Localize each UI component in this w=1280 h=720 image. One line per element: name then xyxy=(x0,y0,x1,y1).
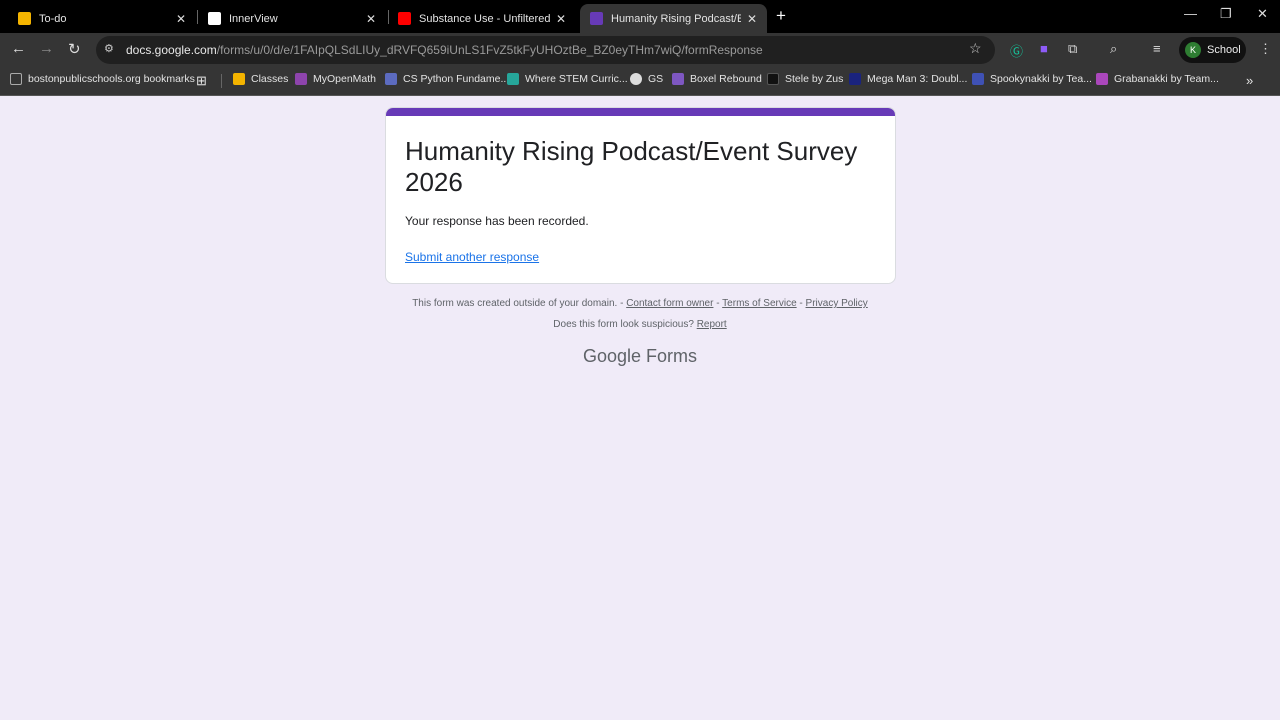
tab-title: Substance Use - Unfiltered Emo xyxy=(419,12,550,25)
logo-google: Google xyxy=(582,346,642,366)
url-path: /forms/u/0/d/e/1FAIpQLSdLIUy_dRVFQ659iUn… xyxy=(216,43,763,57)
forward-icon[interactable]: → xyxy=(39,40,54,57)
bookmark-cs-python[interactable]: CS Python Fundame... xyxy=(385,73,509,85)
bookmark-label: Where STEM Curric... xyxy=(525,73,628,85)
myopenmath-icon xyxy=(295,73,307,85)
bookmark-label: GS xyxy=(648,73,664,85)
bookmark-spookynakki[interactable]: Spookynakki by Tea... xyxy=(972,73,1092,85)
apps-grid-icon[interactable]: ⊞ xyxy=(196,73,207,89)
report-link[interactable]: Report xyxy=(697,319,727,330)
address-bar[interactable]: docs.google.com/forms/u/0/d/e/1FAIpQLSdL… xyxy=(96,36,995,64)
google-forms-logo[interactable]: Google Forms xyxy=(0,346,1280,367)
submit-another-response-link[interactable]: Submit another response xyxy=(405,250,539,264)
contact-owner-link[interactable]: Contact form owner xyxy=(626,298,713,309)
menu-kebab-icon[interactable]: ⋮ xyxy=(1259,41,1272,57)
close-tab-icon[interactable]: ✕ xyxy=(176,12,186,26)
back-icon[interactable]: ← xyxy=(11,40,26,57)
bookmark-label: Grabanakki by Team... xyxy=(1114,73,1219,85)
extensions-puzzle-icon[interactable]: ⧉ xyxy=(1068,41,1077,57)
bookmark-label: bostonpublicschools.org bookmarks xyxy=(28,73,195,85)
mega-man-icon xyxy=(849,73,861,85)
bookmark-boxel-rebound[interactable]: Boxel Rebound xyxy=(672,73,762,85)
stem-icon xyxy=(507,73,519,85)
tab-title: InnerView xyxy=(229,12,278,25)
bookmark-star-icon[interactable]: ☆ xyxy=(969,40,982,57)
footer-report: Does this form look suspicious? Report xyxy=(0,319,1280,330)
bookmark-label: Boxel Rebound xyxy=(690,73,762,85)
media-control-icon[interactable]: ≡ xyxy=(1153,41,1161,56)
youtube-favicon-icon xyxy=(398,12,411,25)
extension-purple-icon[interactable]: ■ xyxy=(1040,41,1048,56)
tab-title: Humanity Rising Podcast/Event xyxy=(611,12,741,25)
more-bookmarks-icon[interactable]: » xyxy=(1246,73,1253,88)
innerview-favicon-icon xyxy=(208,12,221,25)
todo-favicon-icon xyxy=(18,12,31,25)
bookmarks-bar: bostonpublicschools.org bookmarks ⊞ Clas… xyxy=(0,66,1280,96)
bookmark-stele[interactable]: Stele by Zus xyxy=(767,73,843,85)
grammarly-icon[interactable]: Ⓖ xyxy=(1010,41,1023,60)
bookmark-label: Classes xyxy=(251,73,289,85)
minimize-icon[interactable]: — xyxy=(1184,6,1197,21)
folder-icon xyxy=(10,73,22,85)
tab-strip: To-do ✕ InnerView ✕ Substance Use - Unfilt… xyxy=(0,0,1280,33)
bookmark-label: Spookynakki by Tea... xyxy=(990,73,1092,85)
tab-todo[interactable]: To-do ✕ xyxy=(8,4,196,33)
profile-name: School xyxy=(1207,44,1241,56)
forms-favicon-icon xyxy=(590,12,603,25)
terms-link[interactable]: Terms of Service xyxy=(722,298,796,309)
footer-notice: This form was created outside of your do… xyxy=(412,298,868,309)
privacy-link[interactable]: Privacy Policy xyxy=(806,298,868,309)
reload-icon[interactable]: ↻ xyxy=(68,40,81,58)
boxel-icon xyxy=(672,73,684,85)
toolbar: ← → ↻ docs.google.com/forms/u/0/d/e/1FAI… xyxy=(0,33,1280,66)
url-host: docs.google.com xyxy=(126,43,217,57)
profile-button[interactable]: K School xyxy=(1179,37,1246,63)
response-card: Humanity Rising Podcast/Event Survey 202… xyxy=(385,107,896,284)
tab-title: To-do xyxy=(39,12,67,25)
bookmark-folder[interactable]: bostonpublicschools.org bookmarks xyxy=(10,73,195,85)
spookynakki-icon xyxy=(972,73,984,85)
suspicious-text: Does this form look suspicious? xyxy=(553,319,694,330)
avatar: K xyxy=(1185,42,1201,58)
classroom-icon xyxy=(233,73,245,85)
logo-forms: Forms xyxy=(646,346,698,366)
restore-icon[interactable]: ❐ xyxy=(1220,6,1232,22)
bookmark-gs[interactable]: GS xyxy=(630,73,663,85)
form-title: Humanity Rising Podcast/Event Survey 202… xyxy=(405,136,858,197)
bookmark-label: MyOpenMath xyxy=(313,73,377,85)
bookmark-where-stem[interactable]: Where STEM Curric... xyxy=(507,73,628,85)
domain-notice: This form was created outside of your do… xyxy=(412,298,624,309)
bookmark-mega-man[interactable]: Mega Man 3: Doubl... xyxy=(849,73,967,85)
accent-bar xyxy=(386,108,895,116)
close-tab-icon[interactable]: ✕ xyxy=(747,12,757,26)
tab-substance-use[interactable]: Substance Use - Unfiltered Emo ✕ xyxy=(388,4,576,33)
close-tab-icon[interactable]: ✕ xyxy=(366,12,376,26)
bookmark-label: CS Python Fundame... xyxy=(403,73,510,85)
bookmark-myopenmath[interactable]: MyOpenMath xyxy=(295,73,376,85)
cs-python-icon xyxy=(385,73,397,85)
globe-icon xyxy=(630,73,642,85)
bookmark-label: Mega Man 3: Doubl... xyxy=(867,73,968,85)
bookmark-classes[interactable]: Classes xyxy=(233,73,288,85)
confirmation-message: Your response has been recorded. xyxy=(405,214,589,228)
site-info-icon[interactable]: ⚙ xyxy=(104,42,114,55)
bookmark-divider xyxy=(221,74,222,88)
stele-icon xyxy=(767,73,779,85)
bookmark-grabanakki[interactable]: Grabanakki by Team... xyxy=(1096,73,1219,85)
close-window-icon[interactable]: ✕ xyxy=(1257,6,1268,22)
tab-search-icon[interactable]: ⌕ xyxy=(1110,41,1117,57)
tab-humanity-rising[interactable]: Humanity Rising Podcast/Event ✕ xyxy=(580,4,767,33)
close-tab-icon[interactable]: ✕ xyxy=(556,12,566,26)
new-tab-button[interactable]: + xyxy=(776,6,786,26)
bookmark-label: Stele by Zus xyxy=(785,73,844,85)
tab-innerview[interactable]: InnerView ✕ xyxy=(198,4,386,33)
grabanakki-icon xyxy=(1096,73,1108,85)
